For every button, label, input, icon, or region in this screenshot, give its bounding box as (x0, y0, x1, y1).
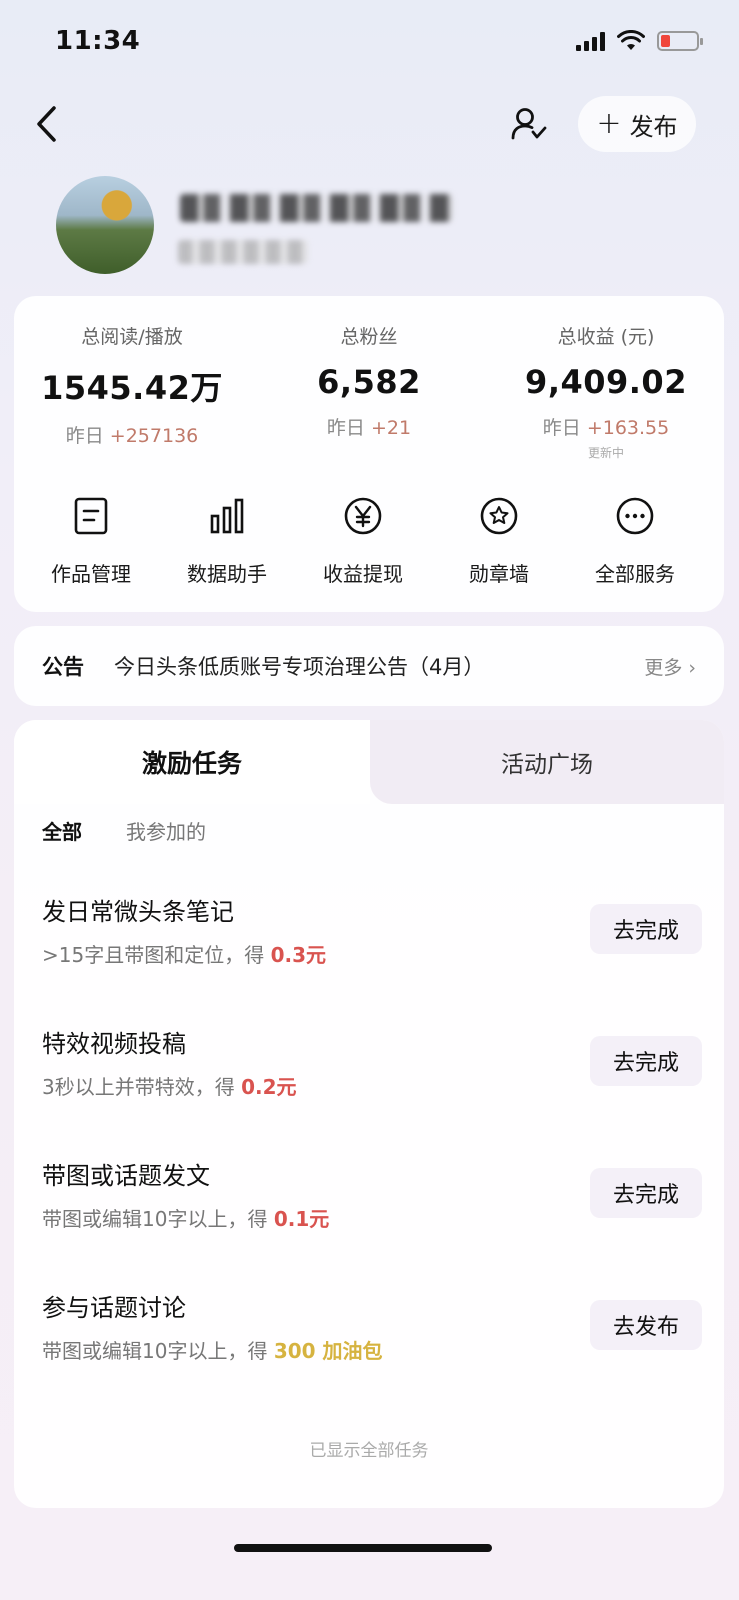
filter-joined[interactable]: 我参加的 (126, 816, 206, 845)
plus-icon: + (596, 106, 622, 141)
service-label: 收益提现 (323, 562, 403, 586)
status-time: 11:34 (55, 26, 141, 56)
stats-card: 总阅读/播放 1545.42万 昨日 +257136 总粉丝 6,582 昨日 … (14, 296, 724, 612)
stat-delta: 昨日 +21 (326, 417, 412, 439)
battery-icon (657, 31, 703, 51)
stat-followers[interactable]: 总粉丝 6,582 昨日 +21 (251, 322, 487, 440)
notice-bar[interactable]: 公告 今日头条低质账号专项治理公告（4月） 更多 › (14, 626, 724, 706)
notice-title: 公告 (42, 655, 84, 679)
user-check-button[interactable] (505, 100, 553, 148)
stat-label: 总收益 (元) (557, 326, 655, 348)
stat-delta: 昨日 +163.55 (542, 417, 670, 439)
yuan-icon (344, 497, 382, 535)
task-reward: 0.1元 (273, 1207, 330, 1231)
service-badge-wall[interactable]: 勋章墙 (428, 494, 570, 587)
publish-label: 发布 (629, 112, 678, 141)
task-action-button[interactable]: 去完成 (590, 1168, 702, 1218)
task-reward: 0.2元 (241, 1075, 297, 1099)
notice-more-link[interactable]: 更多 › (644, 653, 696, 680)
stat-value: 6,582 (317, 363, 421, 401)
bar-chart-icon (210, 498, 244, 534)
notice-text[interactable]: 今日头条低质账号专项治理公告（4月） (114, 651, 644, 681)
stat-label: 总粉丝 (340, 326, 398, 348)
service-label: 数据助手 (187, 562, 267, 586)
tasks-card: 激励任务 活动广场 全部 我参加的 发日常微头条笔记 >15字且带图和定位，得 … (14, 720, 724, 1508)
service-data-assistant[interactable]: 数据助手 (156, 494, 298, 587)
wifi-icon (617, 30, 645, 50)
more-icon (616, 497, 654, 535)
stat-note: 更新中 (587, 446, 624, 460)
stat-delta: 昨日 +257136 (65, 425, 199, 447)
stat-value: 1545.42万 (41, 369, 223, 407)
task-item: 带图或话题发文 带图或编辑10字以上，得 0.1元 去完成 (42, 1156, 702, 1246)
task-action-button[interactable]: 去发布 (590, 1300, 702, 1350)
home-indicator[interactable] (234, 1544, 492, 1552)
service-withdraw[interactable]: 收益提现 (292, 494, 434, 587)
stat-reads[interactable]: 总阅读/播放 1545.42万 昨日 +257136 (14, 322, 250, 448)
signal-icon (576, 31, 605, 51)
task-item: 发日常微头条笔记 >15字且带图和定位，得 0.3元 去完成 (42, 892, 702, 982)
tab-activity-plaza[interactable]: 活动广场 (370, 720, 724, 804)
user-check-icon (511, 108, 547, 140)
tab-incentive-tasks[interactable]: 激励任务 (14, 720, 370, 804)
avatar[interactable] (56, 176, 154, 274)
task-item: 参与话题讨论 带图或编辑10字以上，得 300 加油包 去发布 (42, 1288, 702, 1378)
all-tasks-shown-text: 已显示全部任务 (309, 1441, 429, 1461)
service-label: 勋章墙 (469, 562, 529, 586)
publish-button[interactable]: + 发布 (578, 96, 696, 152)
service-label: 作品管理 (51, 562, 131, 586)
service-all[interactable]: 全部服务 (564, 494, 706, 587)
username-blurred (180, 194, 452, 222)
task-item: 特效视频投稿 3秒以上并带特效，得 0.2元 去完成 (42, 1024, 702, 1114)
task-action-button[interactable]: 去完成 (590, 904, 702, 954)
chevron-left-icon (37, 106, 56, 142)
task-reward: 300 加油包 (273, 1339, 383, 1363)
service-works-manage[interactable]: 作品管理 (20, 494, 162, 587)
status-icons (576, 30, 703, 52)
stat-label: 总阅读/播放 (81, 326, 183, 348)
document-icon (74, 497, 108, 535)
filter-all[interactable]: 全部 (42, 816, 82, 845)
task-action-button[interactable]: 去完成 (590, 1036, 702, 1086)
back-button[interactable] (26, 102, 66, 146)
badge-icon (480, 497, 518, 535)
task-reward: 0.3元 (270, 943, 327, 967)
service-label: 全部服务 (595, 562, 675, 586)
user-id-blurred (178, 240, 308, 264)
stat-value: 9,409.02 (525, 363, 687, 401)
stat-earnings[interactable]: 总收益 (元) 9,409.02 昨日 +163.55 更新中 (488, 322, 724, 461)
